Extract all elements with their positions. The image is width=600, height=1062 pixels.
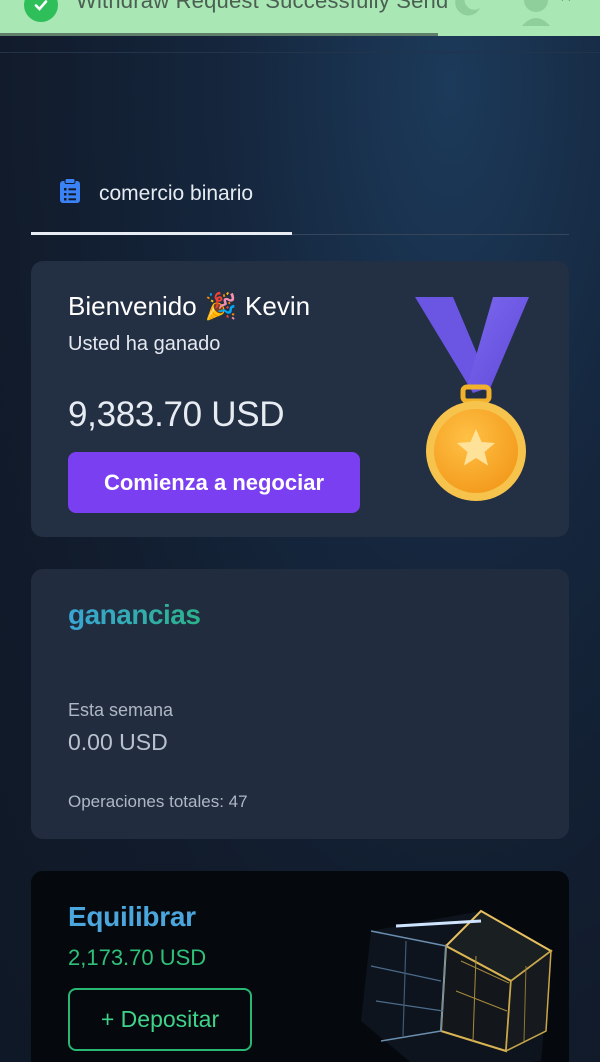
- greeting-text: Bienvenido: [68, 291, 197, 321]
- welcome-card: Bienvenido 🎉 Kevin Usted ha ganado 9,383…: [31, 261, 569, 537]
- user-name: Kevin: [245, 291, 311, 321]
- clipboard-icon: [59, 178, 81, 209]
- tab-bar: comercio binario: [31, 170, 569, 236]
- tab-active-indicator: [31, 232, 292, 235]
- this-week-label: Esta semana: [68, 700, 174, 720]
- tab-label: comercio binario: [99, 181, 254, 205]
- balance-title: Equilibrar: [68, 901, 196, 932]
- cube-illustration: [331, 871, 569, 1062]
- start-trading-button[interactable]: Comienza a negociar: [68, 452, 360, 513]
- avatar[interactable]: [514, 0, 558, 31]
- header-divider: [0, 52, 600, 53]
- balance-amount: 2,173.70 USD: [68, 945, 207, 970]
- check-shield-icon: [24, 0, 58, 22]
- earnings-card: ganancias Esta semana 0.00 USD Operacion…: [31, 569, 569, 839]
- total-operations: Operaciones totales: 47: [68, 792, 248, 811]
- moon-icon[interactable]: [450, 0, 486, 25]
- toast-progress-bar: [0, 33, 438, 36]
- party-popper-icon: 🎉: [204, 291, 238, 321]
- close-icon[interactable]: ×: [560, 0, 572, 9]
- balance-card: Equilibrar 2,173.70 USD + Depositar: [31, 871, 569, 1062]
- tab-comercio-binario[interactable]: comercio binario: [59, 178, 253, 209]
- toast-notification: Withdraw Request Successfully Send ×: [0, 0, 600, 36]
- earned-amount: 9,383.70 USD: [68, 395, 285, 434]
- this-week-value: 0.00 USD: [68, 729, 168, 755]
- earnings-title: ganancias: [68, 599, 201, 630]
- medal-icon: [411, 295, 541, 510]
- welcome-subtitle: Usted ha ganado: [68, 333, 221, 355]
- deposit-button[interactable]: + Depositar: [68, 988, 252, 1051]
- toast-message: Withdraw Request Successfully Send: [76, 0, 449, 13]
- welcome-title: Bienvenido 🎉 Kevin: [68, 291, 310, 322]
